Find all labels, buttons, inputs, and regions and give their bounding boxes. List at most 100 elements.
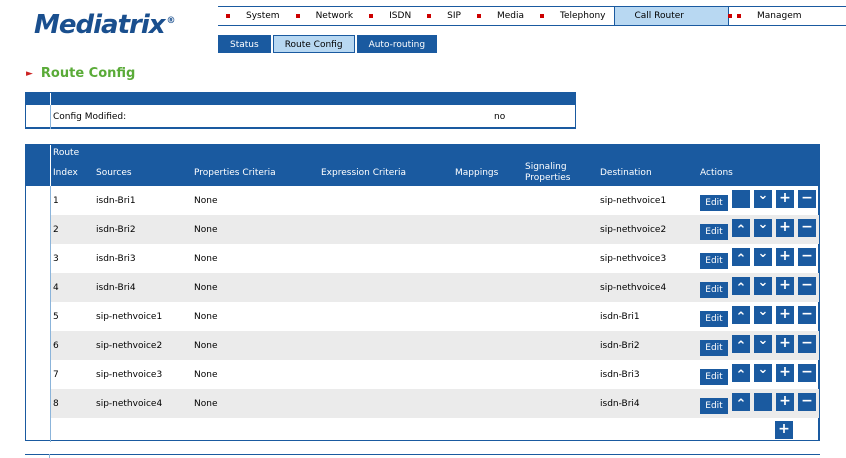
tab-status[interactable]: Status	[218, 35, 271, 53]
header-signaling-properties: Properties	[525, 173, 571, 183]
plus-icon: +	[779, 277, 791, 293]
nav-item-call-router[interactable]: Call Router	[613, 7, 732, 25]
nav-item-system[interactable]: System	[218, 7, 288, 25]
header-route: Route	[53, 148, 80, 158]
delete-route-button[interactable]: −	[798, 277, 816, 295]
move-up-button[interactable]: ⌃	[732, 393, 750, 412]
move-up-button[interactable]: ⌃	[732, 277, 750, 296]
delete-route-button[interactable]: −	[798, 190, 816, 208]
row-index: 8	[53, 399, 59, 409]
chevron-up-icon: ⌃	[735, 310, 747, 325]
move-up-button[interactable]	[732, 190, 750, 208]
plus-icon: +	[779, 219, 791, 235]
insert-route-button[interactable]: +	[776, 219, 794, 237]
nav-bullet-icon	[295, 14, 300, 18]
move-down-button[interactable]: ⌄	[754, 217, 772, 237]
tab-auto-routing[interactable]: Auto-routing	[356, 35, 438, 53]
edit-route-button[interactable]: Edit	[700, 311, 728, 327]
insert-route-button[interactable]: +	[776, 306, 794, 324]
minus-icon: −	[801, 364, 813, 380]
row-index: 5	[53, 312, 59, 322]
move-down-button[interactable]: ⌄	[754, 246, 772, 266]
insert-route-button[interactable]: +	[776, 393, 794, 411]
row-properties: None	[194, 254, 218, 264]
nav-item-telephony[interactable]: Telephony	[532, 7, 614, 25]
route-table: Route Index Sources Properties Criteria …	[25, 144, 820, 442]
move-down-button[interactable]: ⌄	[754, 275, 772, 295]
page-title-text: Route Config	[40, 66, 136, 81]
row-properties: None	[194, 312, 218, 322]
add-route-button[interactable]: +	[775, 421, 793, 439]
minus-icon: −	[801, 393, 813, 409]
minus-icon: −	[801, 248, 813, 264]
edit-route-button[interactable]: Edit	[700, 369, 728, 385]
delete-route-button[interactable]: −	[798, 306, 816, 324]
page-title: ► Route Config	[26, 66, 135, 81]
chevron-down-icon: ⌄	[757, 188, 769, 203]
header-actions: Actions	[700, 168, 733, 178]
chevron-down-icon: ⌄	[757, 304, 769, 319]
edit-route-button[interactable]: Edit	[700, 340, 728, 356]
nav-item-network[interactable]: Network	[288, 7, 362, 25]
insert-route-button[interactable]: +	[776, 364, 794, 382]
insert-route-button[interactable]: +	[776, 335, 794, 353]
insert-route-button[interactable]: +	[776, 277, 794, 295]
row-destination: sip-nethvoice2	[600, 225, 667, 235]
top-navigation: System Network ISDN SIP Media Telephony Call R…	[218, 6, 846, 26]
tab-route-config[interactable]: Route Config	[272, 35, 355, 53]
delete-route-button[interactable]: −	[798, 335, 816, 353]
chevron-down-icon: ⌄	[757, 246, 769, 261]
nav-item-managem[interactable]: Managem	[729, 7, 810, 25]
move-up-button[interactable]: ⌃	[732, 335, 750, 354]
sub-navigation: Status Route Config Auto-routing	[218, 35, 438, 53]
config-modified-label: Config Modified:	[53, 112, 127, 122]
row-source: isdn-Bri2	[96, 225, 136, 235]
move-down-button[interactable]: ⌄	[754, 362, 772, 382]
nav-item-sip[interactable]: SIP	[419, 7, 469, 25]
row-properties: None	[194, 370, 218, 380]
table-row: 7 sip-nethvoice3 None isdn-Bri3 Edit ⌃ ⌄ + −	[51, 360, 819, 389]
move-up-button[interactable]: ⌃	[732, 364, 750, 383]
row-properties: None	[194, 341, 218, 351]
chevron-up-icon: ⌃	[735, 252, 747, 267]
row-source: sip-nethvoice2	[96, 341, 163, 351]
row-destination: sip-nethvoice4	[600, 283, 667, 293]
edit-route-button[interactable]: Edit	[700, 224, 728, 240]
move-down-button[interactable]: ⌄	[754, 304, 772, 324]
config-header-bar	[26, 93, 575, 105]
delete-route-button[interactable]: −	[798, 364, 816, 382]
plus-icon: +	[779, 190, 791, 206]
header-mappings: Mappings	[455, 168, 499, 178]
nav-item-isdn[interactable]: ISDN	[361, 7, 419, 25]
nav-item-label: Network	[315, 11, 354, 21]
insert-route-button[interactable]: +	[776, 248, 794, 266]
row-index: 6	[53, 341, 59, 351]
row-destination: sip-nethvoice1	[600, 196, 667, 206]
header-signaling: Signaling	[525, 162, 567, 172]
move-up-button[interactable]: ⌃	[732, 248, 750, 267]
minus-icon: −	[801, 219, 813, 235]
delete-route-button[interactable]: −	[798, 393, 816, 411]
insert-route-button[interactable]: +	[776, 190, 794, 208]
delete-route-button[interactable]: −	[798, 248, 816, 266]
nav-bullet-icon	[369, 14, 374, 18]
row-index: 3	[53, 254, 59, 264]
edit-route-button[interactable]: Edit	[700, 195, 728, 211]
edit-route-button[interactable]: Edit	[700, 398, 728, 414]
plus-icon: +	[779, 364, 791, 380]
edit-route-button[interactable]: Edit	[700, 282, 728, 298]
edit-route-button[interactable]: Edit	[700, 253, 728, 269]
plus-icon: +	[779, 306, 791, 322]
chevron-up-icon: ⌃	[735, 339, 747, 354]
delete-route-button[interactable]: −	[798, 219, 816, 237]
move-down-button[interactable]: ⌄	[754, 333, 772, 353]
row-source: sip-nethvoice3	[96, 370, 163, 380]
move-down-button[interactable]: ⌄	[754, 188, 772, 208]
nav-item-media[interactable]: Media	[469, 7, 532, 25]
move-down-button[interactable]	[754, 393, 772, 411]
row-destination: isdn-Bri2	[600, 341, 640, 351]
move-up-button[interactable]: ⌃	[732, 306, 750, 325]
logo-text: Mediatrix	[34, 10, 166, 40]
nav-bullet-icon	[540, 14, 544, 18]
move-up-button[interactable]: ⌃	[732, 219, 750, 238]
